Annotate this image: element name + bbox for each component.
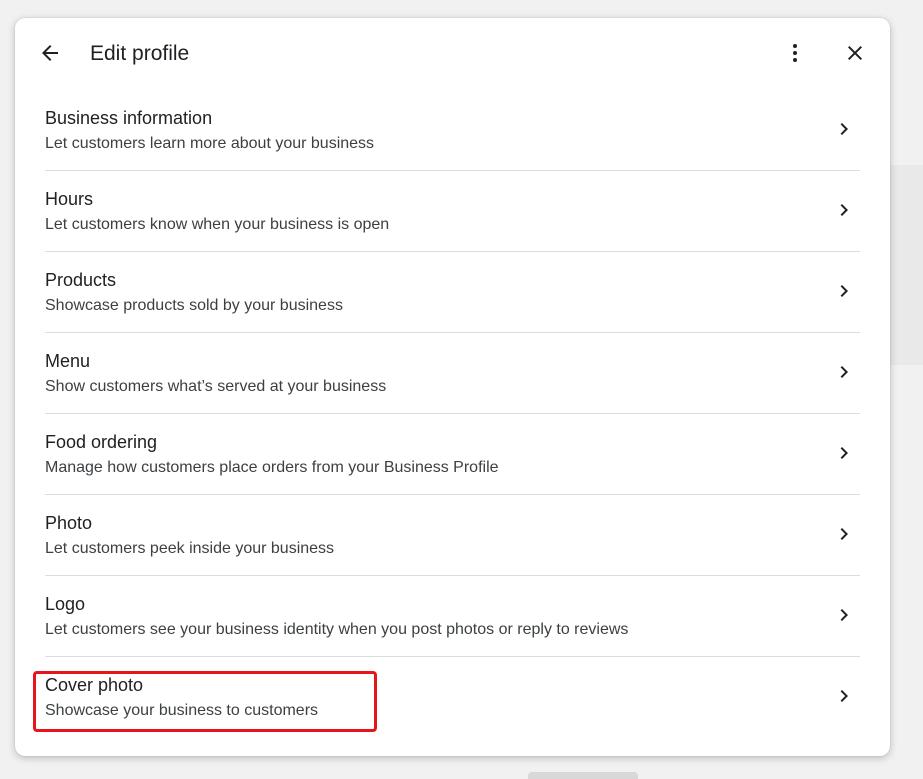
edit-profile-dialog: Edit profile Business information Let cu… xyxy=(15,18,890,756)
list-item-title: Cover photo xyxy=(45,675,144,695)
list-item-business-information[interactable]: Business information Let customers learn… xyxy=(45,90,860,171)
arrow-back-icon xyxy=(42,45,58,61)
list-item-title: Logo xyxy=(45,594,86,614)
list-item-menu[interactable]: Menu Show customers what’s served at you… xyxy=(45,333,860,414)
chevron-right-icon xyxy=(840,204,848,216)
list-item-title: Business information xyxy=(45,108,213,128)
list-item-photo[interactable]: Photo Let customers peek inside your bus… xyxy=(45,495,860,576)
list-item-title: Hours xyxy=(45,189,94,209)
list-item-title: Food ordering xyxy=(45,432,158,452)
list-item-food-ordering[interactable]: Food ordering Manage how customers place… xyxy=(45,414,860,495)
chevron-right-icon xyxy=(840,285,848,297)
list-item-title: Products xyxy=(45,270,117,290)
list-item-subtitle: Let customers know when your business is… xyxy=(45,216,390,233)
list-item-title: Photo xyxy=(45,513,93,533)
background-bar xyxy=(528,772,638,779)
list-item-hours[interactable]: Hours Let customers know when your busin… xyxy=(45,171,860,252)
chevron-right-icon xyxy=(840,528,848,540)
list-item-subtitle: Let customers peek inside your business xyxy=(45,540,335,557)
list-item-products[interactable]: Products Showcase products sold by your … xyxy=(45,252,860,333)
close-button[interactable] xyxy=(835,33,875,73)
list-item-subtitle: Let customers see your business identity… xyxy=(45,621,629,638)
chevron-right-icon xyxy=(840,447,848,459)
more-options-button[interactable] xyxy=(775,33,815,73)
list-item-cover-photo[interactable]: Cover photo Showcase your business to cu… xyxy=(45,657,860,738)
list-item-logo[interactable]: Logo Let customers see your business ide… xyxy=(45,576,860,657)
list-item-subtitle: Manage how customers place orders from y… xyxy=(45,459,499,476)
chevron-right-icon xyxy=(840,366,848,378)
chevron-right-icon xyxy=(840,123,848,135)
back-button[interactable] xyxy=(30,33,70,73)
chevron-right-icon xyxy=(840,609,848,621)
more-vert-icon xyxy=(793,44,797,62)
chevron-right-icon xyxy=(840,690,848,702)
dialog-title: Edit profile xyxy=(90,42,190,65)
list-item-subtitle: Showcase products sold by your business xyxy=(45,297,343,314)
list-item-title: Menu xyxy=(45,351,91,371)
list-item-subtitle: Show customers what’s served at your bus… xyxy=(45,378,387,395)
list-item-subtitle: Showcase your business to customers xyxy=(45,702,319,719)
dialog-header: Edit profile xyxy=(15,18,890,88)
close-icon xyxy=(848,46,862,60)
list-item-subtitle: Let customers learn more about your busi… xyxy=(45,135,375,152)
edit-profile-list: Business information Let customers learn… xyxy=(45,90,860,738)
